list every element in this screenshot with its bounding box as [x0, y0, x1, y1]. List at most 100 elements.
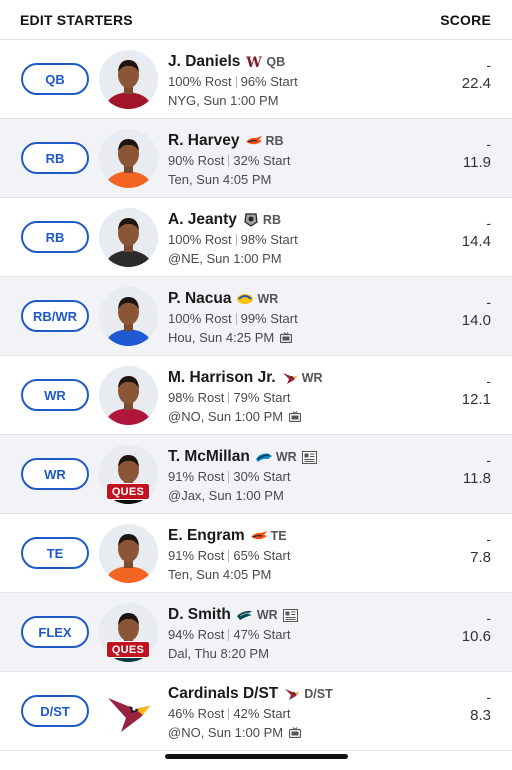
player-row: RB A. Jeanty RB 100% Rost 98% Start @NE,…: [0, 198, 512, 277]
projection-placeholder: -: [486, 689, 491, 705]
player-row: D/ST Cardinals D/ST D/ST 46% Rost 42% St…: [0, 672, 512, 751]
player-headshot[interactable]: [99, 129, 158, 188]
player-name-link[interactable]: A. Jeanty: [168, 211, 237, 229]
cardinals-logo-icon: [281, 371, 299, 385]
game-info: Hou, Sun 4:25 PM: [168, 330, 275, 345]
divider: [228, 470, 230, 483]
starters-list: QB J. Daniels W QB 100% Rost 96% Start N…: [0, 40, 512, 751]
player-headshot[interactable]: [99, 208, 158, 267]
player-row: QB J. Daniels W QB 100% Rost 96% Start N…: [0, 40, 512, 119]
projection-placeholder: -: [486, 136, 491, 152]
player-score: 11.8: [462, 470, 491, 487]
player-info: A. Jeanty RB 100% Rost 98% Start @NE, Su…: [168, 210, 448, 268]
lineup-slot-button[interactable]: WR: [21, 458, 89, 490]
commanders-logo-icon: W: [245, 55, 263, 69]
team-logo-image[interactable]: [99, 682, 158, 741]
player-name-link[interactable]: D. Smith: [168, 606, 231, 624]
projection-placeholder: -: [486, 373, 491, 389]
broncos-logo-icon: [250, 529, 268, 543]
rostered-percent: 46% Rost: [168, 706, 225, 721]
lineup-slot-button[interactable]: TE: [21, 537, 89, 569]
player-score: 10.6: [461, 628, 491, 645]
score-cell: - 14.0: [462, 293, 491, 331]
game-info: @NO, Sun 1:00 PM: [168, 725, 284, 740]
game-info: @NE, Sun 1:00 PM: [168, 251, 282, 266]
projection-placeholder: -: [486, 452, 491, 468]
lineup-slot-button[interactable]: FLEX: [21, 616, 89, 648]
game-info: Ten, Sun 4:05 PM: [168, 172, 272, 187]
lineup-slot-button[interactable]: RB: [21, 221, 89, 253]
score-cell: - 11.8: [463, 451, 491, 489]
game-info: NYG, Sun 1:00 PM: [168, 93, 279, 108]
player-info: T. McMillan WR 91% Rost 30% Start @Jax, …: [168, 447, 448, 505]
panthers-logo-icon: [255, 450, 273, 464]
cardinals-logo-icon: [283, 687, 301, 701]
player-name-link[interactable]: Cardinals D/ST: [168, 685, 278, 703]
rostered-percent: 98% Rost: [168, 390, 225, 405]
started-percent: 98% Start: [240, 232, 298, 247]
roster-header: EDIT STARTERS SCORE: [0, 0, 512, 40]
rostered-percent: 100% Rost: [168, 311, 232, 326]
score-cell: - 12.1: [462, 372, 491, 410]
rostered-percent: 100% Rost: [168, 74, 232, 89]
score-cell: - 22.4: [462, 56, 491, 94]
rostered-percent: 91% Rost: [168, 469, 225, 484]
player-position: RB: [265, 134, 284, 148]
score-column-header: SCORE: [440, 11, 491, 28]
score-cell: - 11.9: [463, 135, 491, 173]
player-score: 12.1: [461, 391, 491, 408]
game-info: Dal, Thu 8:20 PM: [168, 646, 269, 661]
started-percent: 79% Start: [233, 390, 291, 405]
news-icon[interactable]: [282, 608, 298, 622]
projection-placeholder: -: [486, 57, 491, 73]
player-info: Cardinals D/ST D/ST 46% Rost 42% Start @…: [168, 684, 448, 742]
started-percent: 96% Start: [240, 74, 298, 89]
divider: [228, 628, 230, 641]
player-name-link[interactable]: R. Harvey: [168, 132, 240, 150]
player-name-link[interactable]: M. Harrison Jr.: [168, 369, 276, 387]
player-info: M. Harrison Jr. WR 98% Rost 79% Start @N…: [168, 368, 448, 426]
player-position: WR: [257, 292, 279, 306]
lineup-slot-button[interactable]: RB: [21, 142, 89, 174]
rams-logo-icon: [236, 292, 254, 306]
lineup-slot-button[interactable]: QB: [21, 63, 89, 95]
score-cell: - 10.6: [462, 609, 491, 647]
started-percent: 99% Start: [240, 311, 298, 326]
player-position: QB: [266, 55, 286, 69]
lineup-slot-button[interactable]: WR: [21, 379, 89, 411]
tv-icon: [280, 332, 293, 343]
player-headshot[interactable]: [99, 366, 158, 425]
news-icon[interactable]: [301, 450, 317, 464]
player-name-link[interactable]: E. Engram: [168, 527, 245, 545]
game-info: Ten, Sun 4:05 PM: [168, 567, 272, 582]
divider: [235, 75, 237, 88]
player-headshot[interactable]: [99, 524, 158, 583]
lineup-slot-button[interactable]: D/ST: [21, 695, 89, 727]
projection-placeholder: -: [486, 294, 491, 310]
raiders-logo-icon: [242, 213, 260, 227]
home-indicator[interactable]: [165, 754, 348, 759]
player-row: RB R. Harvey RB 90% Rost 32% Start Ten, …: [0, 119, 512, 198]
player-name-link[interactable]: P. Nacua: [168, 290, 231, 308]
player-headshot[interactable]: [99, 287, 158, 346]
divider: [235, 233, 237, 246]
player-score: 14.0: [461, 312, 491, 329]
game-info: @NO, Sun 1:00 PM: [168, 409, 284, 424]
divider: [228, 707, 230, 720]
started-percent: 32% Start: [233, 153, 291, 168]
rostered-percent: 94% Rost: [168, 627, 225, 642]
player-name-link[interactable]: T. McMillan: [168, 448, 250, 466]
score-cell: - 7.8: [470, 530, 491, 568]
game-info: @Jax, Sun 1:00 PM: [168, 488, 284, 503]
player-headshot[interactable]: [99, 50, 158, 109]
tv-icon: [289, 727, 302, 738]
rostered-percent: 91% Rost: [168, 548, 225, 563]
divider: [228, 549, 230, 562]
lineup-slot-button[interactable]: RB/WR: [21, 300, 89, 332]
eagles-logo-icon: [236, 608, 254, 622]
player-position: WR: [256, 608, 278, 622]
player-position: WR: [301, 371, 323, 385]
player-name-link[interactable]: J. Daniels: [168, 53, 240, 71]
tv-icon: [289, 411, 302, 422]
divider: [228, 391, 230, 404]
